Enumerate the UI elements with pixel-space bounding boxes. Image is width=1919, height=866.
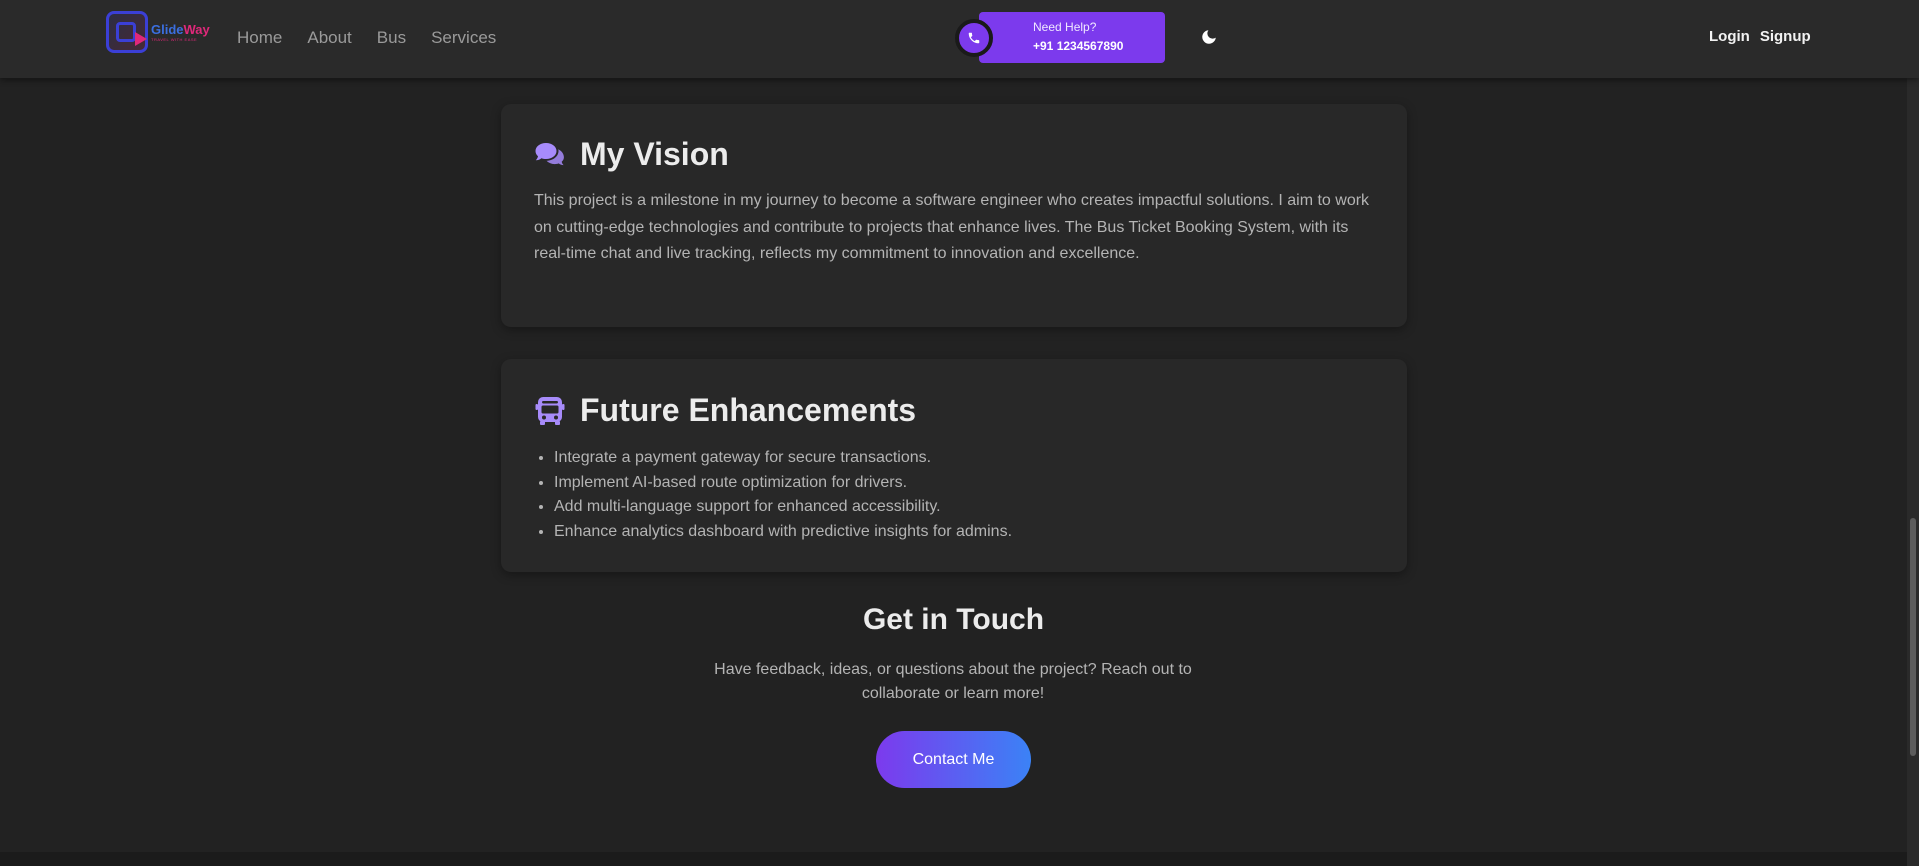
vision-card: My Vision This project is a milestone in…: [501, 104, 1407, 327]
nav-services[interactable]: Services: [431, 28, 496, 48]
login-link[interactable]: Login: [1709, 28, 1750, 45]
logo-text: GlideWay TRAVEL WITH EASE: [151, 23, 210, 42]
scrollbar-thumb[interactable]: [1910, 518, 1916, 756]
list-item: Implement AI-based route optimization fo…: [554, 471, 1384, 496]
phone-icon: [955, 19, 993, 57]
bus-icon: [534, 395, 566, 427]
auth-links: Login Signup: [1709, 28, 1811, 45]
logo-tagline: TRAVEL WITH EASE: [151, 36, 198, 42]
nav-home[interactable]: Home: [237, 28, 282, 48]
moon-icon[interactable]: [1198, 26, 1220, 48]
vision-heading: My Vision: [534, 136, 729, 173]
future-card: Future Enhancements Integrate a payment …: [501, 359, 1407, 572]
page: GlideWay TRAVEL WITH EASE Home About Bus…: [0, 0, 1919, 866]
top-navbar: GlideWay TRAVEL WITH EASE Home About Bus…: [0, 0, 1919, 78]
get-in-touch-text: Have feedback, ideas, or questions about…: [714, 661, 1192, 702]
list-item: Add multi-language support for enhanced …: [554, 495, 1384, 520]
nav-about[interactable]: About: [307, 28, 351, 48]
logo-name: GlideWay: [151, 23, 210, 36]
signup-link[interactable]: Signup: [1760, 28, 1811, 45]
bus-arrow-logo-icon: [106, 11, 148, 53]
need-help-contact[interactable]: Need Help? +91 1234567890: [955, 12, 1165, 63]
enhancements-list: Integrate a payment gateway for secure t…: [554, 446, 1384, 544]
get-in-touch-title: Get in Touch: [862, 603, 1045, 636]
future-title: Future Enhancements: [580, 392, 917, 428]
logo-name-part2: Way: [183, 21, 210, 37]
list-item: Enhance analytics dashboard with predict…: [554, 520, 1384, 545]
page-scrollbar[interactable]: [1907, 0, 1919, 866]
future-heading: Future Enhancements: [534, 392, 916, 429]
glideway-logo[interactable]: GlideWay TRAVEL WITH EASE: [106, 10, 210, 54]
footer: [0, 852, 1919, 866]
logo-name-part1: Glide: [151, 21, 184, 37]
vision-title: My Vision: [580, 136, 729, 172]
vision-text: This project is a milestone in my journe…: [534, 192, 1370, 262]
contact-me-button[interactable]: Contact Me: [876, 731, 1031, 788]
help-phone-number[interactable]: +91 1234567890: [1033, 39, 1123, 53]
nav-bus[interactable]: Bus: [377, 28, 406, 48]
help-label: Need Help?: [1033, 20, 1097, 34]
list-item: Integrate a payment gateway for secure t…: [554, 446, 1384, 471]
main-nav: Home About Bus Services: [237, 28, 496, 48]
comments-icon: [534, 139, 566, 171]
